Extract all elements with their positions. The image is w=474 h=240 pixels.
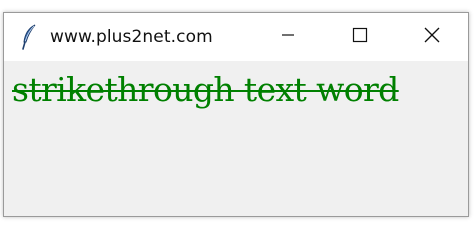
minimize-icon	[281, 28, 295, 47]
feather-icon	[20, 24, 38, 50]
maximize-button[interactable]	[324, 13, 396, 61]
window-content: strikethrough text word	[4, 61, 468, 216]
minimize-button[interactable]	[252, 13, 324, 61]
app-window: www.plus2net.com strikethrough text word	[3, 12, 469, 217]
close-button[interactable]	[396, 13, 468, 61]
strikethrough-label: strikethrough text word	[12, 70, 399, 109]
close-icon	[424, 27, 440, 48]
title-bar[interactable]: www.plus2net.com	[4, 13, 468, 61]
window-title: www.plus2net.com	[50, 27, 213, 47]
maximize-icon	[352, 27, 368, 48]
window-controls	[252, 13, 468, 61]
